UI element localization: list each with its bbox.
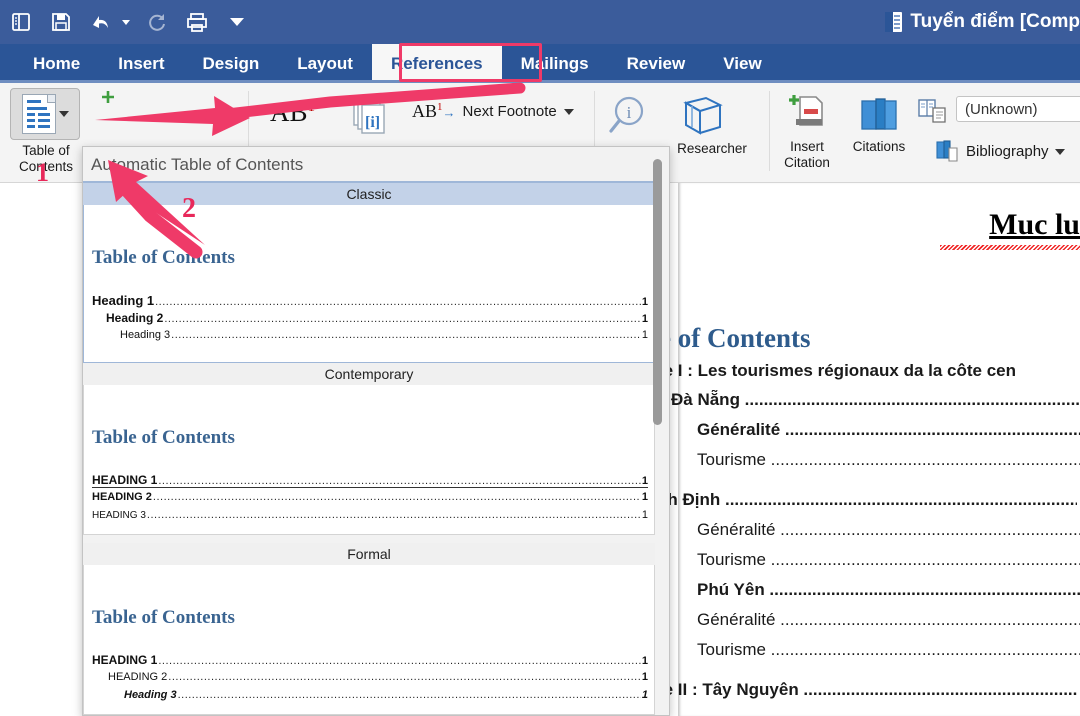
annotation-step-1: 1 [36,158,49,187]
annotation-arrow-2 [108,160,205,259]
annotation-step-2: 2 [182,193,196,224]
word-application-window: Tuyển điểm [Comp Home Insert Design Layo… [0,0,1080,716]
